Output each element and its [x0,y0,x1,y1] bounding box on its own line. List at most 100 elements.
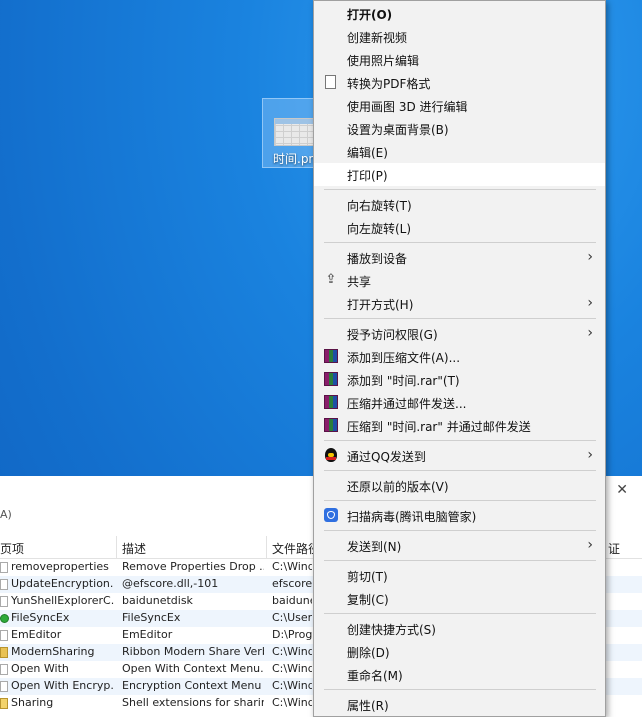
menu-item-13[interactable]: ⇪ 共享 [314,269,605,292]
menu-item-label: 使用画图 3D 进行编辑 [347,100,468,114]
chevron-right-icon: › [587,249,593,265]
menu-item-label: 复制(C) [347,593,389,607]
menu-item-label: 剪切(T) [347,570,388,584]
menu-item-20[interactable]: 压缩到 "时间.rar" 并通过邮件发送 [314,414,605,437]
menu-item-6[interactable]: 编辑(E) [314,140,605,163]
menu-item-label: 添加到压缩文件(A)... [347,351,461,365]
menu-item-17[interactable]: 添加到压缩文件(A)... [314,345,605,368]
menu-item-35[interactable]: 重命名(M) [314,663,605,686]
column-divider[interactable] [266,536,267,558]
winrar-icon [324,395,338,409]
menu-item-label: 打开方式(H) [347,298,414,312]
menu-item-22[interactable]: 通过QQ发送到 › [314,444,605,467]
menu-item-label: 打印(P) [347,169,388,183]
menu-separator [324,689,596,690]
menu-item-label: 共享 [347,275,372,289]
menu-item-31[interactable]: 复制(C) [314,587,605,610]
menu-item-label: 通过QQ发送到 [347,450,426,464]
menu-separator [324,189,596,190]
desktop-file-label[interactable]: 时间.pn [273,150,316,167]
chevron-right-icon: › [587,325,593,341]
close-icon[interactable]: ✕ [616,482,628,498]
row-name: ModernSharing [11,645,95,658]
menu-item-label: 授予访问权限(G) [347,328,438,342]
row-name: Open With Encryp... [11,679,114,692]
menu-item-label: 创建新视频 [347,31,408,45]
context-menu: 打开(O) 创建新视频使用照片编辑 转换为PDF格式使用画图 3D 进行编辑 设置为桌… [313,0,606,717]
winrar-icon [324,349,338,363]
menu-item-label: 转换为PDF格式 [347,77,431,91]
menu-item-label: 还原以前的版本(V) [347,480,449,494]
lock-icon [0,698,8,709]
menu-item-26[interactable]: 扫描病毒(腾讯电脑管家) [314,504,605,527]
menu-separator [324,560,596,561]
menu-item-label: 设置为桌面背景(B) [347,123,449,137]
document-icon [325,75,336,89]
menu-item-1[interactable]: 创建新视频 [314,25,605,48]
menu-item-18[interactable]: 添加到 "时间.rar"(T) [314,368,605,391]
row-name: removeproperties [11,560,109,573]
file-icon [0,664,8,675]
menu-item-24[interactable]: 还原以前的版本(V) [314,474,605,497]
column-header-name[interactable]: 页项 [0,540,24,557]
menu-item-14[interactable]: 打开方式(H) › [314,292,605,315]
menu-item-34[interactable]: 删除(D) [314,640,605,663]
menu-item-12[interactable]: 播放到设备 › [314,246,605,269]
row-path: C:\Wind [272,696,312,709]
menu-item-16[interactable]: 授予访问权限(G) › [314,322,605,345]
menu-item-0[interactable]: 打开(O) [314,2,605,25]
menu-item-33[interactable]: 创建快捷方式(S) [314,617,605,640]
share-icon: ⇪ [325,272,337,287]
menu-item-label: 播放到设备 [347,252,408,266]
menu-item-2[interactable]: 使用照片编辑 [314,48,605,71]
menu-item-5[interactable]: 设置为桌面背景(B) [314,117,605,140]
column-header-description[interactable]: 描述 [122,540,146,557]
menu-separator [324,613,596,614]
menu-item-28[interactable]: 发送到(N) › [314,534,605,557]
row-name: FileSyncEx [11,611,70,624]
menu-item-19[interactable]: 压缩并通过邮件发送... [314,391,605,414]
menu-item-9[interactable]: 向右旋转(T) [314,193,605,216]
row-description: Shell extensions for sharing [122,696,264,709]
menu-separator [324,318,596,319]
file-icon [0,596,8,607]
column-divider[interactable] [116,536,117,558]
menu-item-label: 删除(D) [347,646,390,660]
row-description: Remove Properties Drop ... [122,560,264,573]
row-name: UpdateEncryption... [11,577,114,590]
menu-item-label: 属性(R) [347,699,389,713]
file-icon [0,562,8,573]
file-icon [0,681,8,692]
column-header-cert[interactable]: 证 [608,540,620,557]
image-file-thumbnail-icon[interactable] [274,118,316,146]
row-path: C:\Wind [272,560,312,573]
row-path: baidune [272,594,312,607]
menu-item-label: 创建快捷方式(S) [347,623,436,637]
row-name: EmEditor [11,628,62,641]
menu-item-37[interactable]: 属性(R) [314,693,605,716]
menu-separator [324,470,596,471]
menu-item-label: 压缩到 "时间.rar" 并通过邮件发送 [347,420,531,434]
menu-item-3[interactable]: 转换为PDF格式 [314,71,605,94]
row-path: C:\Users [272,611,312,624]
menu-item-label: 使用照片编辑 [347,54,420,68]
menu-item-label: 向左旋转(L) [347,222,412,236]
row-path: C:\Wind [272,679,312,692]
chevron-right-icon: › [587,295,593,311]
row-path: C:\Wind [272,662,312,675]
winrar-icon [324,372,338,386]
menu-item-4[interactable]: 使用画图 3D 进行编辑 [314,94,605,117]
menu-item-10[interactable]: 向左旋转(L) [314,216,605,239]
menu-item-label: 发送到(N) [347,540,402,554]
row-path: efscore. [272,577,312,590]
row-path: D:\Progr [272,628,312,641]
row-description: Ribbon Modern Share Verb [122,645,264,658]
row-description: @efscore.dll,-101 [122,577,219,590]
menu-item-7[interactable]: 打印(P) [314,163,605,186]
menu-item-label: 扫描病毒(腾讯电脑管家) [347,510,477,524]
menu-item-label: 压缩并通过邮件发送... [347,397,467,411]
menu-separator [324,242,596,243]
menu-separator [324,530,596,531]
winrar-icon [324,418,338,432]
menu-item-30[interactable]: 剪切(T) [314,564,605,587]
